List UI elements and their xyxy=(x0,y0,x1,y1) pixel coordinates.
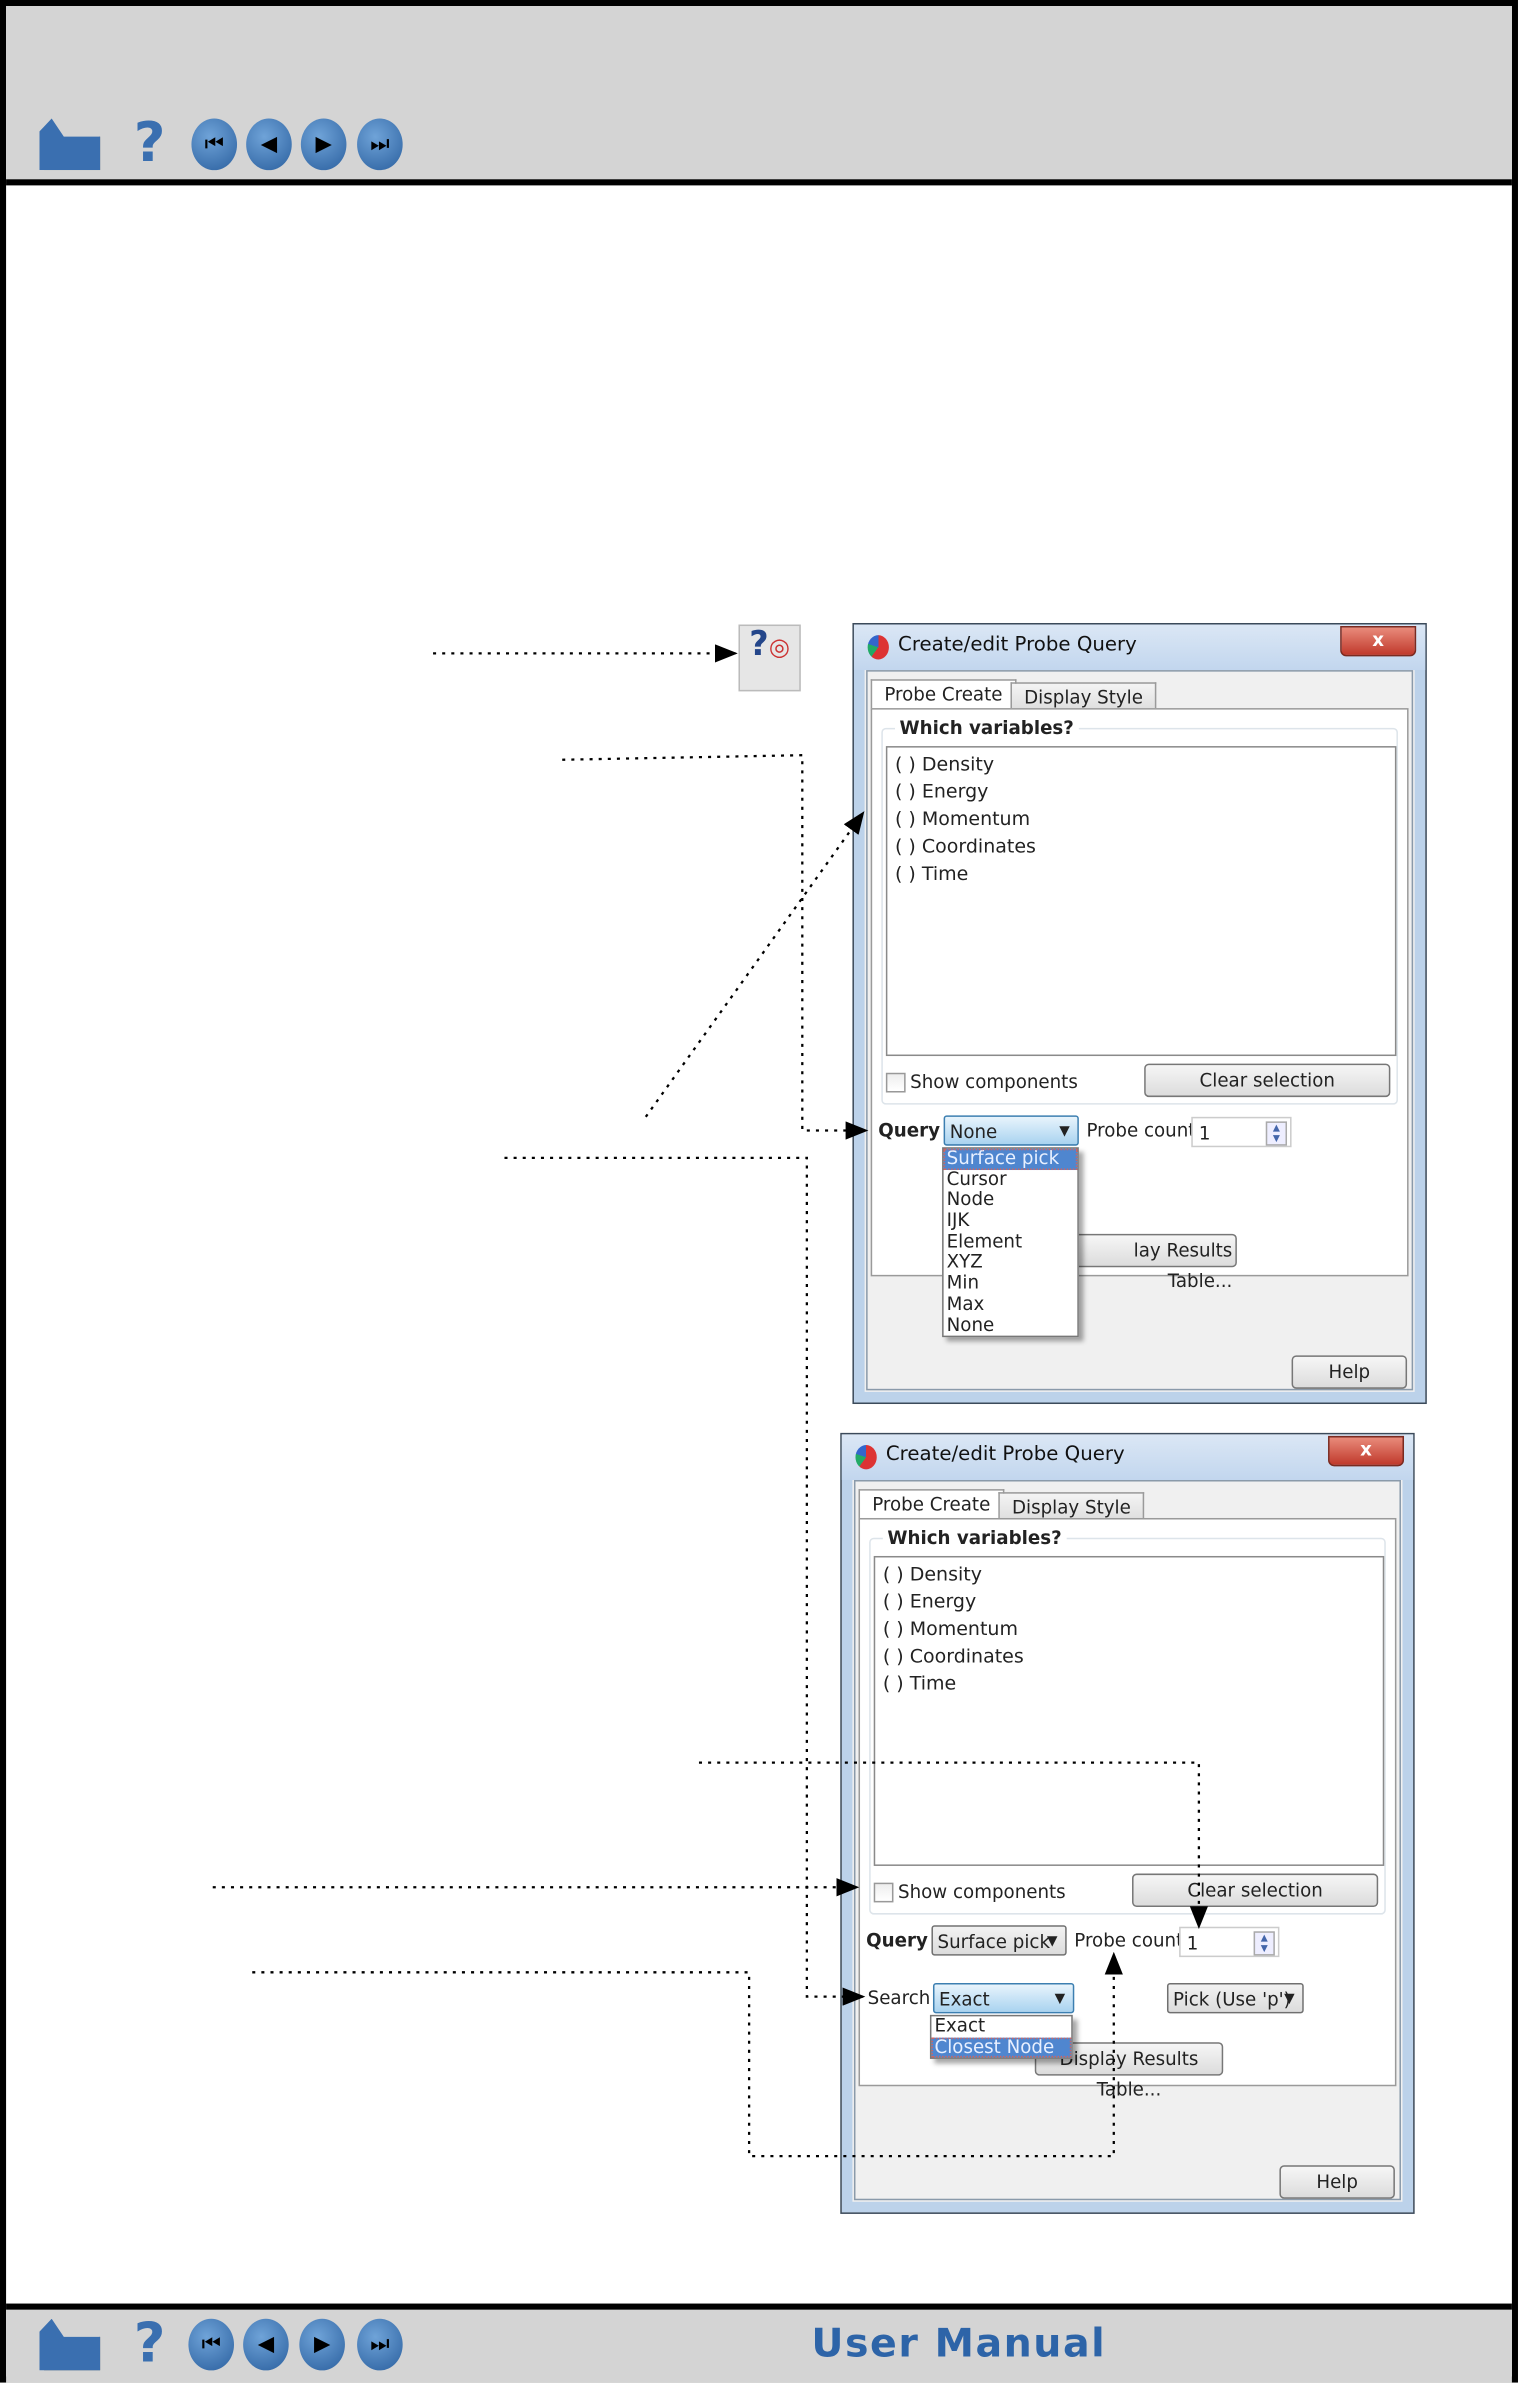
callout-arrow xyxy=(252,1951,1123,2158)
callout-arrow xyxy=(504,1156,866,2006)
callout-arrow xyxy=(562,754,869,1140)
callout-arrows xyxy=(212,644,1209,2158)
callout-arrow xyxy=(698,1761,1209,1930)
callout-arrow xyxy=(644,811,865,1118)
